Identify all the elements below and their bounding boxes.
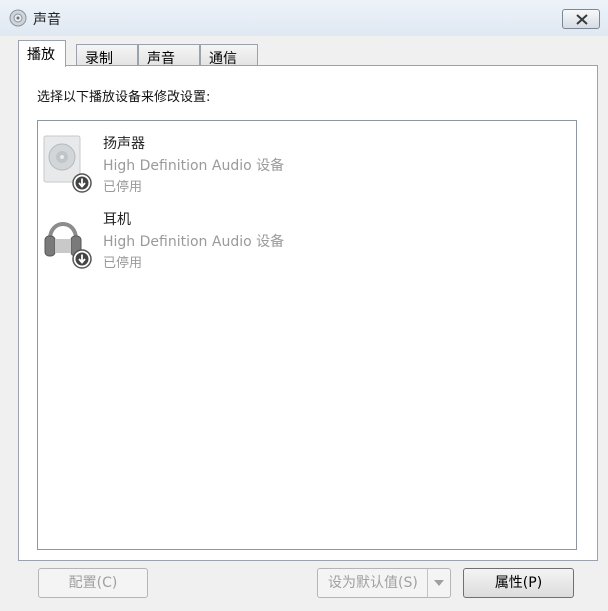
close-button[interactable] [562,9,600,29]
device-name: 扬声器 [103,136,145,152]
tab-sounds[interactable]: 声音 [138,44,200,67]
device-description: High Definition Audio 设备 [103,158,285,174]
window-title: 声音 [33,12,61,28]
set-default-label: 设为默认值(S) [328,575,418,591]
close-icon [576,14,588,25]
configure-button[interactable]: 配置(C) [38,568,148,598]
speaker-device-icon [42,133,98,193]
device-status: 已停用 [103,180,143,195]
set-default-button[interactable]: 设为默认值(S) [317,568,451,598]
set-default-dropdown[interactable] [427,569,450,597]
tab-panel: 选择以下播放设备来修改设置: 扬声器 High Definition Audio… [18,65,598,561]
speaker-icon [9,9,27,27]
headphones-icon [42,209,98,269]
disabled-arrow-icon [72,173,92,193]
list-item[interactable]: 耳机 High Definition Audio 设备 已停用 [38,203,558,273]
tab-playback[interactable]: 播放 [18,40,66,67]
disabled-arrow-icon [72,249,92,269]
device-description: High Definition Audio 设备 [103,234,285,250]
instruction-text: 选择以下播放设备来修改设置: [37,90,211,105]
tab-communications[interactable]: 通信 [200,44,258,67]
list-item[interactable]: 扬声器 High Definition Audio 设备 已停用 [38,127,558,197]
title-bar: 声音 [0,0,608,36]
device-name: 耳机 [103,212,131,228]
device-status: 已停用 [103,256,143,271]
tab-recording[interactable]: 录制 [76,44,138,67]
device-list[interactable]: 扬声器 High Definition Audio 设备 已停用 耳机 High… [37,120,577,550]
properties-button[interactable]: 属性(P) [463,568,574,598]
chevron-down-icon [434,580,444,586]
